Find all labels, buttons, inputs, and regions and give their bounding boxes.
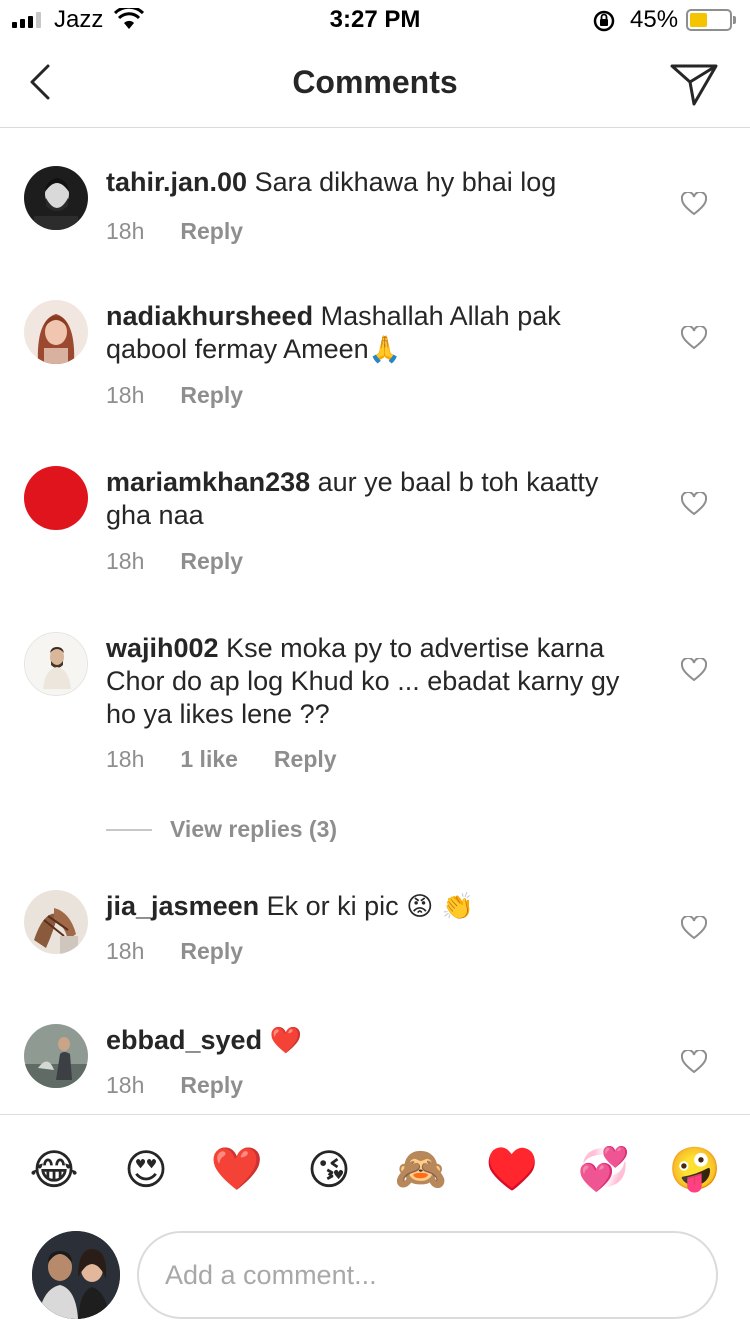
kissing-emoji-button[interactable]: 😘	[299, 1139, 359, 1199]
comment-username[interactable]: wajih002	[106, 633, 219, 663]
page-title: Comments	[292, 64, 458, 100]
comment-meta: 18h Reply	[106, 382, 243, 409]
comment-composer: 😂 😍 ❤️ 😘 🙈 ♥️ 💞 🤪	[0, 1114, 750, 1334]
comment-time: 18h	[106, 382, 145, 408]
laughing-emoji-button[interactable]: 😂	[24, 1139, 84, 1199]
comment-meta: 18h Reply	[106, 938, 243, 965]
see-no-evil-emoji-button[interactable]: 🙈	[391, 1139, 451, 1199]
avatar[interactable]	[24, 1024, 88, 1088]
comment-text: ebbad_syed ❤️	[106, 1024, 646, 1058]
avatar[interactable]	[24, 300, 88, 364]
comment-username[interactable]: ebbad_syed	[106, 1025, 262, 1055]
like-heart-icon[interactable]	[681, 916, 707, 940]
comment-meta: 18h Reply	[106, 218, 243, 245]
comment-time: 18h	[106, 548, 145, 574]
praying-hands-emoji: 🙏	[368, 335, 402, 365]
avatar[interactable]	[24, 632, 88, 696]
quick-emoji-bar: 😂 😍 ❤️ 😘 🙈 ♥️ 💞 🤪	[0, 1139, 750, 1199]
angry-clap-emoji: 😡 👏	[406, 892, 474, 922]
comment-text: tahir.jan.00 Sara dikhawa hy bhai log	[106, 166, 646, 199]
view-replies-button[interactable]: View replies (3)	[106, 816, 337, 843]
comment-username[interactable]: jia_jasmeen	[106, 891, 259, 921]
reply-button[interactable]: Reply	[274, 746, 337, 773]
reply-button[interactable]: Reply	[180, 548, 243, 575]
comment-username[interactable]: tahir.jan.00	[106, 167, 247, 197]
comment-time: 18h	[106, 1072, 145, 1098]
like-heart-icon[interactable]	[681, 326, 707, 350]
rotation-lock-icon	[593, 10, 615, 32]
heart-suit-emoji-button[interactable]: ♥️	[482, 1139, 542, 1199]
reply-button[interactable]: Reply	[180, 938, 243, 965]
comment-meta: 18h Reply	[106, 1072, 243, 1099]
comment-body: Sara dikhawa hy bhai log	[254, 167, 557, 197]
red-heart-emoji-button[interactable]: ❤️	[207, 1139, 267, 1199]
heart-eyes-emoji-button[interactable]: 😍	[116, 1139, 176, 1199]
comment-text: mariamkhan238 aur ye baal b toh kaatty g…	[106, 466, 646, 532]
avatar[interactable]	[24, 166, 88, 230]
comment-text: wajih002 Kse moka py to advertise karna …	[106, 632, 646, 731]
revolving-hearts-emoji-button[interactable]: 💞	[574, 1139, 634, 1199]
battery-percent: 45%	[630, 6, 679, 33]
view-replies-label: View replies (3)	[170, 816, 338, 842]
reply-button[interactable]: Reply	[180, 1072, 243, 1099]
comment-username[interactable]: nadiakhursheed	[106, 301, 313, 331]
comment-body: Ek or ki pic	[266, 891, 399, 921]
add-comment-input[interactable]	[137, 1231, 718, 1319]
battery-icon	[686, 9, 736, 31]
avatar[interactable]	[24, 890, 88, 954]
status-bar: Jazz 3:27 PM 45%	[0, 0, 750, 40]
like-heart-icon[interactable]	[681, 492, 707, 516]
current-user-avatar	[32, 1231, 120, 1319]
reply-button[interactable]: Reply	[180, 382, 243, 409]
comment-meta: 18h Reply	[106, 548, 243, 575]
comment-meta: 18h 1 like Reply	[106, 746, 337, 773]
comment-time: 18h	[106, 938, 145, 964]
like-heart-icon[interactable]	[681, 1050, 707, 1074]
red-heart-emoji: ❤️	[269, 1026, 302, 1056]
comment-time: 18h	[106, 746, 145, 772]
like-heart-icon[interactable]	[681, 658, 707, 682]
comment-text: jia_jasmeen Ek or ki pic 😡 👏	[106, 890, 646, 924]
comment-username[interactable]: mariamkhan238	[106, 467, 310, 497]
comment-time: 18h	[106, 218, 145, 244]
divider	[106, 828, 152, 831]
likes-count[interactable]: 1 like	[180, 746, 238, 773]
comment-text: nadiakhursheed Mashallah Allah pak qaboo…	[106, 300, 646, 367]
header-bar: Comments	[0, 40, 750, 128]
like-heart-icon[interactable]	[681, 192, 707, 216]
send-icon[interactable]	[668, 60, 720, 108]
zany-face-emoji-button[interactable]: 🤪	[665, 1139, 725, 1199]
reply-button[interactable]: Reply	[180, 218, 243, 245]
avatar[interactable]	[24, 466, 88, 530]
